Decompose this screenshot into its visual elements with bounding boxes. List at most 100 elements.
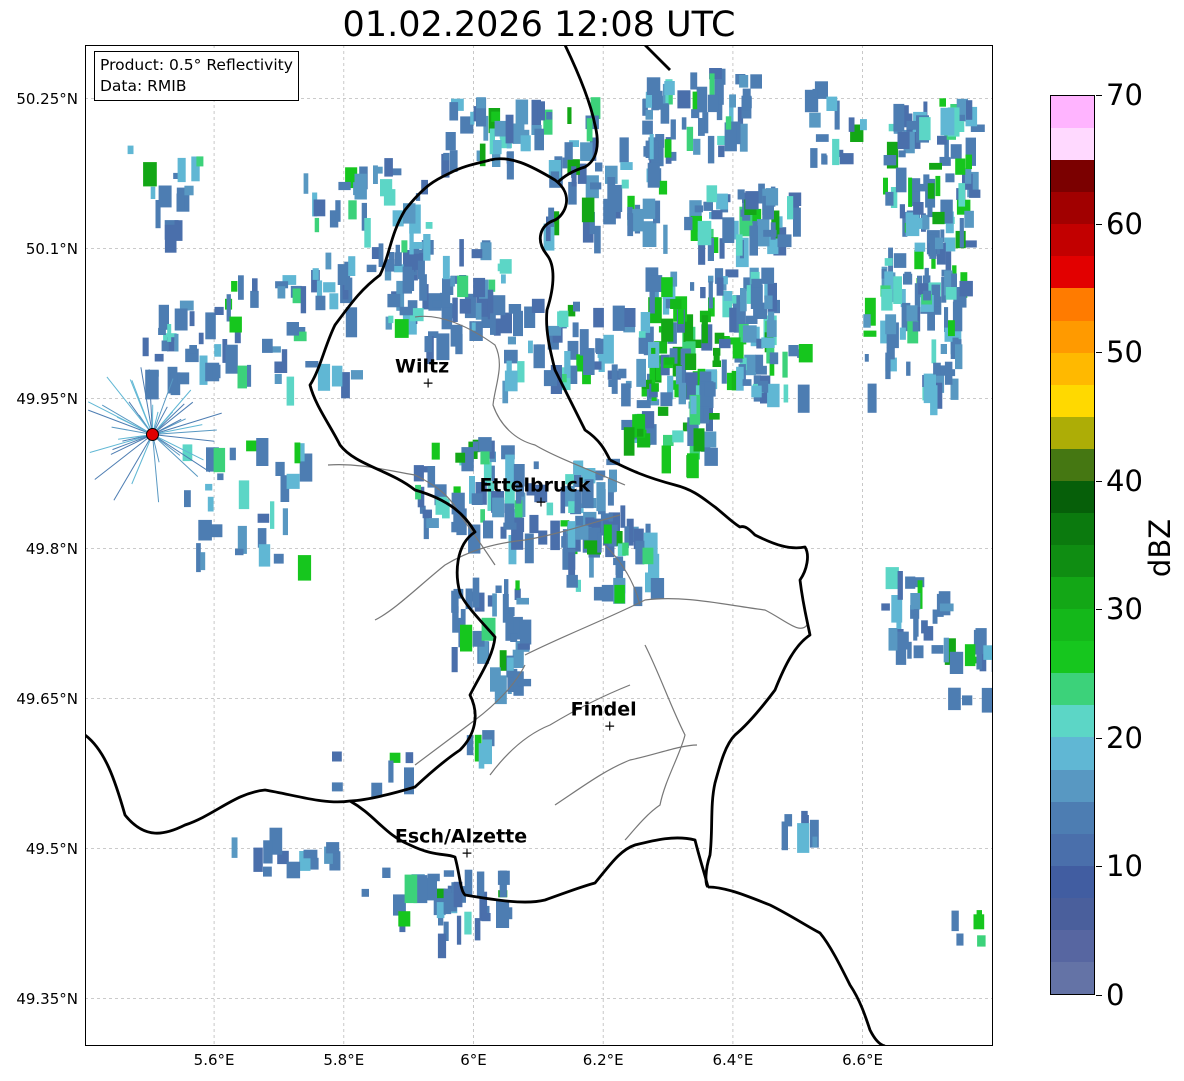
echo-cell: [497, 870, 510, 885]
echo-cell: [739, 75, 749, 88]
echo-cell: [573, 301, 580, 312]
echo-cell: [698, 118, 705, 136]
echo-cell: [274, 373, 282, 384]
echo-cell: [815, 134, 829, 142]
echo-cell: [586, 118, 593, 142]
echo-cell: [154, 353, 164, 362]
echo-cell: [472, 441, 479, 452]
echo-cell: [294, 442, 301, 464]
colorbar-segment: [1051, 416, 1094, 449]
echo-cell: [933, 362, 941, 375]
echo-cell: [597, 532, 602, 553]
echo-cell: [914, 242, 926, 252]
echo-cell: [217, 473, 224, 481]
echo-cell: [546, 112, 553, 120]
echo-cell: [511, 526, 524, 550]
echo-cell: [331, 782, 343, 792]
echo-cell: [937, 135, 947, 145]
radar-map-canvas: +Wiltz+Ettelbruck+Findel+Esch/Alzette: [85, 45, 993, 1046]
colorbar-tick: [1096, 352, 1102, 354]
colorbar-segment: [1051, 159, 1094, 193]
echo-cell: [959, 280, 973, 297]
echo-cell: [923, 290, 931, 301]
echo-cell: [332, 751, 342, 762]
echo-cell: [341, 372, 350, 399]
echo-cell: [432, 300, 442, 308]
echo-cell: [331, 365, 343, 387]
dbz-colorbar: [1050, 95, 1095, 995]
echo-cell: [196, 543, 201, 573]
colorbar-segment: [1051, 512, 1094, 545]
echo-cell: [642, 547, 654, 565]
map-gridlines: [85, 45, 993, 1046]
echo-cell: [690, 72, 698, 90]
echo-cell: [593, 307, 604, 328]
echo-cell: [475, 302, 482, 320]
echo-cell: [948, 320, 955, 337]
echo-cell: [383, 189, 396, 206]
echo-cell: [704, 382, 716, 397]
echo-cell: [663, 434, 674, 446]
echo-cell: [684, 216, 693, 231]
echo-cell: [213, 447, 226, 473]
echo-cell: [252, 278, 258, 292]
echo-cell: [184, 185, 194, 196]
echo-cell: [572, 322, 579, 338]
echo-cell: [594, 225, 601, 254]
radar-map[interactable]: + Wiltz + Ettelbruck + Findel + Esch/Alzette: [85, 45, 993, 1046]
echo-cell: [382, 867, 391, 878]
colorbar-segment: [1051, 352, 1094, 385]
echo-cell: [384, 158, 393, 177]
echo-cell: [893, 276, 902, 304]
lat-tick-label: 49.35°N: [16, 989, 78, 1008]
echo-cell: [945, 287, 957, 300]
echo-cell: [182, 444, 193, 462]
lat-tick-label: 49.65°N: [16, 689, 78, 708]
echo-cell: [174, 220, 183, 241]
lat-tick-label: 49.95°N: [16, 389, 78, 408]
echo-cell: [812, 88, 818, 98]
echo-cell: [229, 447, 236, 461]
echo-cell: [885, 314, 897, 335]
echo-cell: [895, 167, 907, 193]
colorbar-segment: [1051, 223, 1094, 257]
echo-cell: [173, 172, 179, 179]
echo-cell: [568, 501, 575, 513]
echo-cell: [750, 284, 763, 309]
echo-cell: [507, 657, 514, 671]
echo-cell: [286, 376, 295, 406]
echo-cell: [770, 222, 776, 240]
echo-cell: [939, 156, 950, 164]
echo-cell: [742, 325, 757, 343]
echo-cell: [504, 579, 509, 596]
echo-cell: [262, 338, 273, 353]
echo-cell: [939, 98, 946, 107]
echo-cell: [832, 138, 840, 166]
echo-cell: [664, 139, 672, 158]
echo-cell: [335, 200, 341, 222]
echo-cell: [765, 188, 779, 206]
city-marker-icon: +: [535, 495, 547, 511]
echo-cell: [303, 849, 318, 859]
echo-cell: [524, 533, 534, 564]
echo-cell: [263, 840, 273, 864]
echo-cell: [725, 116, 732, 130]
echo-cell: [848, 117, 855, 132]
echo-cell: [345, 307, 358, 338]
echo-cell: [451, 647, 458, 673]
echo-cell: [660, 392, 673, 407]
echo-cell: [968, 656, 977, 664]
radar-echoes: [87, 68, 993, 959]
echo-cell: [864, 354, 869, 362]
echo-cell: [783, 384, 789, 403]
echo-cell: [950, 144, 962, 159]
echo-cell: [300, 286, 307, 314]
echo-cell: [702, 431, 717, 448]
colorbar-tick: [1096, 95, 1102, 96]
echo-cell: [561, 536, 567, 548]
echo-cell: [443, 152, 450, 161]
echo-cell: [913, 202, 924, 215]
echo-cell: [593, 586, 606, 601]
echo-cell: [697, 220, 712, 246]
echo-cell: [932, 609, 938, 624]
